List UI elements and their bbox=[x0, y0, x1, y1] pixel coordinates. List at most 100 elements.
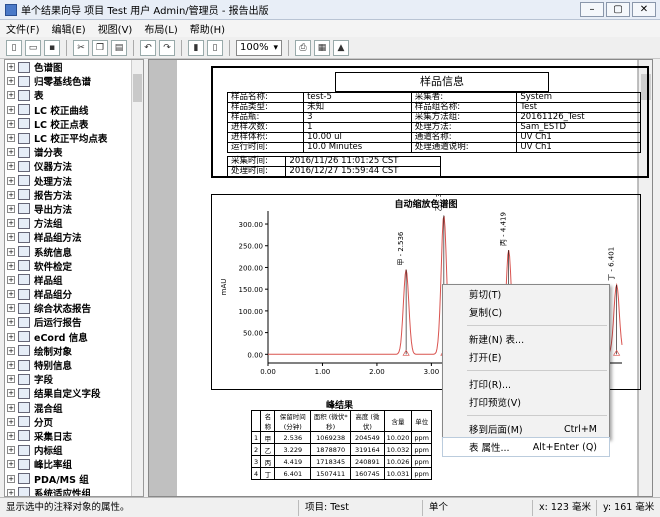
expand-icon[interactable]: + bbox=[7, 389, 15, 398]
y-tick-label: 50.00 bbox=[243, 330, 263, 338]
minimize-button[interactable]: – bbox=[580, 2, 604, 17]
tree-item[interactable]: + 系统适应性组 bbox=[5, 486, 143, 496]
menu-layout[interactable]: 布局(L) bbox=[144, 21, 177, 36]
expand-icon[interactable]: + bbox=[7, 474, 15, 483]
tree-item[interactable]: + 方法组 bbox=[5, 216, 143, 230]
context-menu-item[interactable]: 新建(N) 表... bbox=[443, 330, 609, 348]
paste-icon[interactable]: ▤ bbox=[111, 39, 127, 56]
context-menu-item[interactable]: 打印(R)... bbox=[443, 375, 609, 393]
expand-icon[interactable]: + bbox=[7, 162, 15, 171]
tree-item[interactable]: + 结果自定义字段 bbox=[5, 386, 143, 400]
page-icon[interactable]: ▮ bbox=[188, 39, 204, 56]
expand-icon[interactable]: + bbox=[7, 460, 15, 469]
expand-icon[interactable]: + bbox=[7, 176, 15, 185]
tree-item[interactable]: + 系统信息 bbox=[5, 244, 143, 259]
tree-item[interactable]: + 峰比率组 bbox=[5, 457, 143, 471]
tree-item[interactable]: + 导出方法 bbox=[5, 202, 143, 216]
info-cell: 样品瓶: bbox=[226, 112, 305, 123]
tree-item[interactable]: + 特别信息 bbox=[5, 358, 143, 372]
expand-icon[interactable]: + bbox=[7, 346, 15, 355]
expand-icon[interactable]: + bbox=[7, 77, 15, 86]
warning-icon[interactable]: ▲ bbox=[333, 39, 349, 56]
tree-item[interactable]: + 样品组 bbox=[5, 273, 143, 287]
redo-icon[interactable]: ↷ bbox=[159, 39, 175, 56]
expand-icon[interactable]: + bbox=[7, 91, 15, 100]
expand-icon[interactable]: + bbox=[7, 290, 15, 299]
tree-item[interactable]: + 软件检定 bbox=[5, 259, 143, 273]
tree-item[interactable]: + 字段 bbox=[5, 372, 143, 386]
expand-icon[interactable]: + bbox=[7, 417, 15, 426]
tree-item[interactable]: + 绘制对象 bbox=[5, 344, 143, 358]
maximize-button[interactable]: ▢ bbox=[606, 2, 630, 17]
expand-icon[interactable]: + bbox=[7, 318, 15, 327]
expand-icon[interactable]: + bbox=[7, 190, 15, 199]
expand-icon[interactable]: + bbox=[7, 403, 15, 412]
tree-item[interactable]: + 表 bbox=[5, 88, 143, 102]
tree-item[interactable]: + 谱分表 bbox=[5, 145, 143, 159]
tree-item[interactable]: + 处理方法 bbox=[5, 174, 143, 188]
expand-icon[interactable]: + bbox=[7, 148, 15, 157]
context-menu-item[interactable]: 打印预览(V) bbox=[443, 393, 609, 411]
tree-item[interactable]: + PDA/MS 组 bbox=[5, 471, 143, 486]
copy-icon[interactable]: ❐ bbox=[92, 39, 108, 56]
tree-item[interactable]: + 内标组 bbox=[5, 443, 143, 457]
context-menu-item[interactable]: 移到后面(M) Ctrl+M bbox=[443, 420, 609, 438]
expand-icon[interactable]: + bbox=[7, 63, 15, 72]
tree-item[interactable]: + 采集日志 bbox=[5, 429, 143, 443]
context-menu-item[interactable]: 表 属性... Alt+Enter (Q) bbox=[442, 437, 610, 457]
tree-item[interactable]: + 归零基线色谱 bbox=[5, 74, 143, 88]
expand-icon[interactable]: + bbox=[7, 134, 15, 143]
expand-icon[interactable]: + bbox=[7, 261, 15, 270]
sidebar-scrollbar[interactable] bbox=[131, 60, 143, 496]
cut-icon[interactable]: ✂ bbox=[73, 39, 89, 56]
tree-item[interactable]: + LC 校正点表 bbox=[5, 117, 143, 131]
expand-icon[interactable]: + bbox=[7, 247, 15, 256]
tree-item[interactable]: + 样品组方法 bbox=[5, 230, 143, 244]
zoom-select[interactable]: 100% bbox=[236, 39, 282, 56]
tree-item[interactable]: + eCord 信息 bbox=[5, 330, 143, 344]
context-menu-item[interactable]: 打开(E) bbox=[443, 348, 609, 366]
tree-item[interactable]: + 后运行报告 bbox=[5, 315, 143, 329]
menu-view[interactable]: 视图(V) bbox=[98, 21, 133, 36]
expand-icon[interactable]: + bbox=[7, 204, 15, 213]
tree-item[interactable]: + LC 校正平均点表 bbox=[5, 131, 143, 145]
expand-icon[interactable]: + bbox=[7, 304, 15, 313]
print-icon[interactable]: ▦ bbox=[314, 39, 330, 56]
expand-icon[interactable]: + bbox=[7, 233, 15, 242]
print-preview-icon[interactable]: ⎙ bbox=[295, 39, 311, 56]
expand-icon[interactable]: + bbox=[7, 446, 15, 455]
tree-item[interactable]: + 综合状态报告 bbox=[5, 301, 143, 315]
expand-icon[interactable]: + bbox=[7, 361, 15, 370]
sample-info-block[interactable]: 样品信息 样品名称: test-5 采集者: System 样品类型: 未知 样品组名称: T… bbox=[211, 66, 649, 178]
tree-item[interactable]: + 报告方法 bbox=[5, 188, 143, 202]
open-icon[interactable]: ▭ bbox=[25, 39, 41, 56]
menu-help[interactable]: 帮助(H) bbox=[190, 21, 225, 36]
tree-item[interactable]: + 分页 bbox=[5, 415, 143, 429]
save-icon[interactable]: ▪ bbox=[44, 39, 60, 56]
expand-icon[interactable]: + bbox=[7, 332, 15, 341]
tree-item[interactable]: + LC 校正曲线 bbox=[5, 103, 143, 117]
expand-icon[interactable]: + bbox=[7, 488, 15, 496]
close-button[interactable]: ✕ bbox=[632, 2, 656, 17]
peak-results[interactable]: 峰结果 名称 保留时间 (分钟) 面积 (微伏*秒) 高度 (微伏) 含量 单位 1 甲 2.5… bbox=[247, 398, 432, 496]
context-menu-item[interactable]: 剪切(T) bbox=[443, 285, 609, 303]
object-icon bbox=[18, 246, 30, 258]
tree-item[interactable]: + 仪器方法 bbox=[5, 159, 143, 173]
tree-item[interactable]: + 混合组 bbox=[5, 401, 143, 415]
expand-icon[interactable]: + bbox=[7, 219, 15, 228]
new-icon[interactable]: ▯ bbox=[6, 39, 22, 56]
menu-file[interactable]: 文件(F) bbox=[6, 21, 40, 36]
menu-edit[interactable]: 编辑(E) bbox=[52, 21, 86, 36]
undo-icon[interactable]: ↶ bbox=[140, 39, 156, 56]
peak-label: 丙 - 4.419 bbox=[500, 212, 508, 246]
tree-item[interactable]: + 色谱图 bbox=[5, 60, 143, 74]
context-menu-item[interactable]: 复制(C) bbox=[443, 303, 609, 321]
expand-icon[interactable]: + bbox=[7, 375, 15, 384]
page-setup-icon[interactable]: ▯ bbox=[207, 39, 223, 56]
tree-item[interactable]: + 样品组分 bbox=[5, 287, 143, 301]
expand-icon[interactable]: + bbox=[7, 431, 15, 440]
tree-item-label: 字段 bbox=[34, 375, 54, 387]
expand-icon[interactable]: + bbox=[7, 275, 15, 284]
expand-icon[interactable]: + bbox=[7, 119, 15, 128]
expand-icon[interactable]: + bbox=[7, 105, 15, 114]
